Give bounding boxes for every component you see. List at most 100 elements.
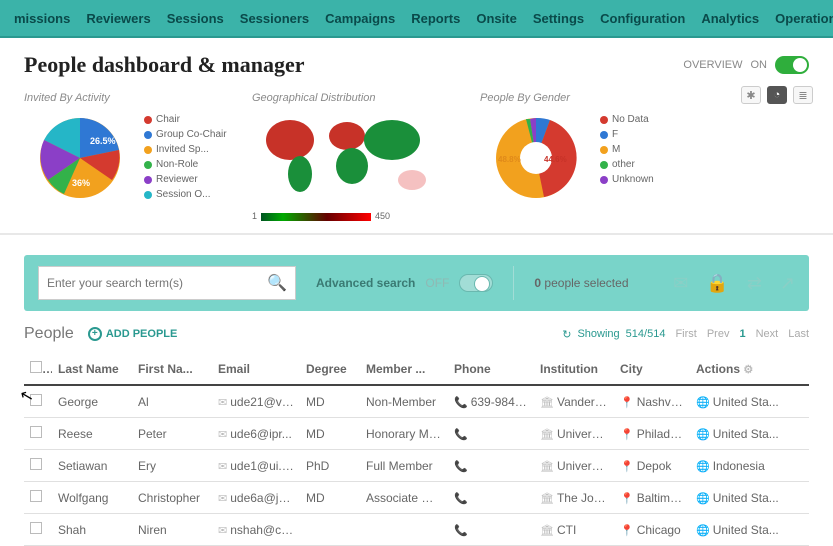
overview-toggle[interactable]: [775, 56, 809, 74]
pin-icon: 📍: [620, 493, 634, 505]
pager-first[interactable]: First: [675, 328, 696, 340]
row-checkbox[interactable]: [30, 458, 42, 470]
svg-text:48.8%: 48.8%: [498, 155, 521, 164]
nav-item[interactable]: Reviewers: [78, 11, 158, 26]
legend-item: No Data: [600, 114, 654, 125]
legend-item: Session O...: [144, 189, 227, 200]
building-icon: 🏛: [540, 429, 554, 441]
people-table: ▾Last NameFirst Na...EmailDegreeMember .…: [24, 353, 809, 546]
pager-prev[interactable]: Prev: [707, 328, 730, 340]
legend-item: Reviewer: [144, 174, 227, 185]
top-nav: missionsReviewersSessionsSessionersCampa…: [0, 0, 833, 38]
nav-item[interactable]: Operation: [767, 11, 833, 26]
row-checkbox[interactable]: [30, 394, 42, 406]
pie-chart-gender[interactable]: 44.6% 48.8%: [480, 108, 592, 208]
building-icon: 🏛: [540, 525, 554, 537]
column-header[interactable]: Phone: [448, 353, 534, 385]
mail-icon: ✉: [218, 397, 227, 409]
legend-item: M: [600, 144, 654, 155]
chart-invited-activity: Invited By Activity 26.5% 36% ChairGroup…: [24, 92, 234, 221]
column-header[interactable]: Last Name: [52, 353, 132, 385]
phone-icon: 📞: [454, 493, 468, 505]
nav-item[interactable]: missions: [6, 11, 78, 26]
row-checkbox[interactable]: [30, 426, 42, 438]
chart-gender: People By Gender 44.6% 48.8% No DataFMot…: [480, 92, 690, 221]
chart-view-pie-icon[interactable]: ◔: [767, 86, 787, 104]
search-icon[interactable]: 🔍: [267, 273, 287, 293]
chart-title: People By Gender: [480, 92, 690, 104]
table-row[interactable]: ShahNiren✉nshah@co...📞🏛CTI📍Chicago🌐Unite…: [24, 514, 809, 546]
page-title: People dashboard & manager: [24, 52, 305, 78]
column-header[interactable]: ▾: [24, 353, 52, 385]
plus-icon: +: [88, 327, 102, 341]
globe-icon: 🌐: [696, 525, 710, 537]
nav-item[interactable]: Analytics: [693, 11, 767, 26]
column-header[interactable]: Institution: [534, 353, 614, 385]
building-icon: 🏛: [540, 493, 554, 505]
lock-icon[interactable]: 🔒: [706, 273, 728, 294]
globe-icon: 🌐: [696, 397, 710, 409]
pie-chart-activity[interactable]: 26.5% 36%: [24, 108, 136, 208]
row-checkbox[interactable]: [30, 490, 42, 502]
title-bar: People dashboard & manager OVERVIEW ON: [0, 38, 833, 88]
scale-max: 450: [375, 211, 390, 221]
export-icon[interactable]: ↗: [780, 273, 795, 294]
building-icon: 🏛: [540, 397, 554, 409]
search-box[interactable]: 🔍: [38, 266, 296, 300]
mail-icon: ✉: [218, 525, 227, 537]
mail-icon: ✉: [218, 461, 227, 473]
phone-icon: 📞: [454, 397, 468, 409]
nav-item[interactable]: Campaigns: [317, 11, 403, 26]
reload-icon[interactable]: ↻: [562, 328, 571, 341]
nav-item[interactable]: Sessioners: [232, 11, 317, 26]
scale-min: 1: [252, 211, 257, 221]
world-map[interactable]: [252, 108, 442, 208]
column-header[interactable]: Degree: [300, 353, 360, 385]
row-checkbox[interactable]: [30, 522, 42, 534]
transfer-icon[interactable]: ⇄: [747, 273, 762, 294]
people-header: People + ADD PEOPLE ↻ Showing 514/514 Fi…: [0, 311, 833, 349]
nav-item[interactable]: Sessions: [159, 11, 232, 26]
nav-item[interactable]: Reports: [403, 11, 468, 26]
column-header[interactable]: Email: [212, 353, 300, 385]
legend-item: Non-Role: [144, 159, 227, 170]
people-heading: People: [24, 325, 74, 343]
pager-last[interactable]: Last: [788, 328, 809, 340]
table-row[interactable]: SetiawanEry✉ude1@ui.a...PhDFull Member📞🏛…: [24, 450, 809, 482]
chart-settings-icon[interactable]: ✱: [741, 86, 761, 104]
search-input[interactable]: [47, 276, 267, 290]
pin-icon: 📍: [620, 429, 634, 441]
globe-icon: 🌐: [696, 429, 710, 441]
add-people-button[interactable]: + ADD PEOPLE: [88, 327, 178, 341]
legend-activity: ChairGroup Co-ChairInvited Sp...Non-Role…: [144, 108, 227, 200]
pager: ↻ Showing 514/514 First Prev 1 Next Last: [562, 328, 809, 341]
svg-text:36%: 36%: [72, 178, 90, 188]
pager-current: 1: [739, 328, 745, 340]
nav-item[interactable]: Configuration: [592, 11, 693, 26]
svg-text:26.5%: 26.5%: [90, 136, 116, 146]
nav-item[interactable]: Settings: [525, 11, 592, 26]
overview-label: OVERVIEW: [683, 59, 742, 71]
table-row[interactable]: ReesePeter✉ude6@ipr...MDHonorary Me...📞🏛…: [24, 418, 809, 450]
legend-item: F: [600, 129, 654, 140]
nav-item[interactable]: Onsite: [468, 11, 524, 26]
legend-item: Unknown: [600, 174, 654, 185]
chart-title: Invited By Activity: [24, 92, 234, 104]
table-row[interactable]: WolfgangChristopher✉ude6a@jh...MDAssocia…: [24, 482, 809, 514]
pager-next[interactable]: Next: [756, 328, 779, 340]
column-header[interactable]: Actions ⚙: [690, 353, 809, 385]
select-all-checkbox[interactable]: [30, 361, 42, 373]
advanced-toggle-icon[interactable]: [459, 274, 493, 292]
gear-icon[interactable]: ⚙: [743, 364, 753, 376]
legend-item: Chair: [144, 114, 227, 125]
divider: [513, 266, 514, 300]
charts-row: ✱ ◔ ≣ Invited By Activity 26.5% 36% Chai…: [0, 88, 833, 235]
chart-view-list-icon[interactable]: ≣: [793, 86, 813, 104]
advanced-search-toggle[interactable]: Advanced search OFF: [316, 274, 493, 292]
column-header[interactable]: City: [614, 353, 690, 385]
column-header[interactable]: First Na...: [132, 353, 212, 385]
column-header[interactable]: Member ...: [360, 353, 448, 385]
table-row[interactable]: GeorgeAl✉ude21@va...MDNon-Member📞639-984…: [24, 385, 809, 418]
globe-icon: 🌐: [696, 493, 710, 505]
mail-icon[interactable]: ✉: [673, 273, 688, 294]
